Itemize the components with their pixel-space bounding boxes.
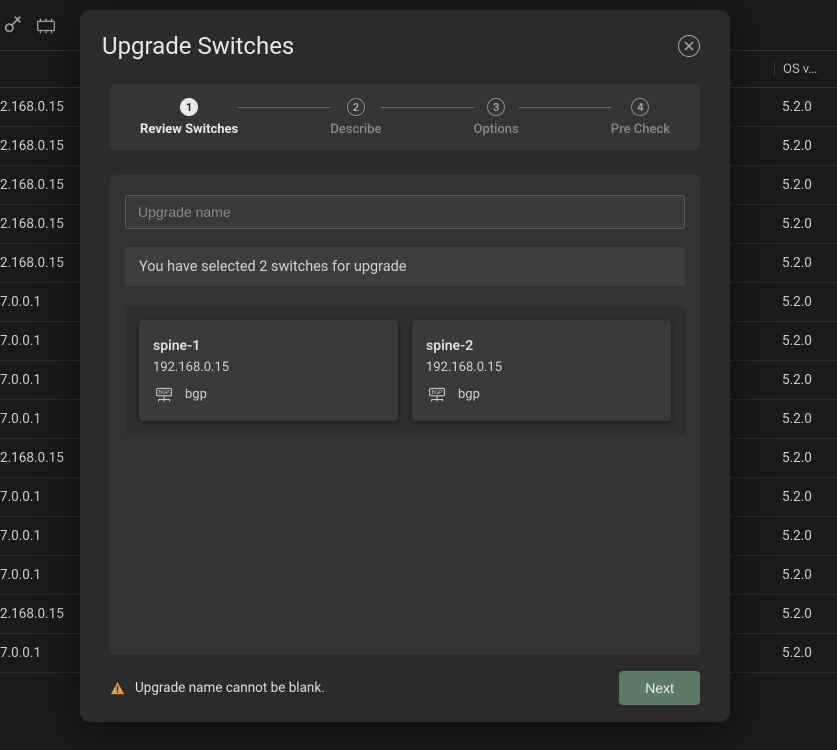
selection-banner: You have selected 2 switches for upgrade <box>125 247 685 286</box>
warning-text: Upgrade name cannot be blank. <box>135 680 325 696</box>
os-cell: 5.2.0 <box>774 138 837 154</box>
svg-text:BGP: BGP <box>432 390 443 396</box>
os-cell: 5.2.0 <box>774 333 837 349</box>
bgp-icon: BGP <box>426 385 450 403</box>
step-connector <box>519 107 611 108</box>
step-label: Review Switches <box>140 122 238 137</box>
step-review-switches[interactable]: 1 Review Switches <box>140 98 238 137</box>
os-cell: 5.2.0 <box>774 528 837 544</box>
step-connector <box>238 107 330 108</box>
step-number: 3 <box>487 98 505 116</box>
upgrade-name-input[interactable] <box>125 195 685 229</box>
step-options[interactable]: 3 Options <box>474 98 519 137</box>
os-cell: 5.2.0 <box>774 450 837 466</box>
content-panel: You have selected 2 switches for upgrade… <box>110 175 700 655</box>
key-icon <box>2 14 24 36</box>
os-cell: 5.2.0 <box>774 99 837 115</box>
switch-name: spine-1 <box>153 338 384 354</box>
switch-protocol: BGP bgp <box>153 385 384 403</box>
switch-cards: spine-1 192.168.0.15 BGP bgp spine-2 192.168.… <box>125 306 685 435</box>
step-label: Pre Check <box>611 122 670 137</box>
bgp-icon: BGP <box>153 385 177 403</box>
ip-cell: 2.168.0.15 <box>0 450 82 466</box>
step-describe[interactable]: 2 Describe <box>330 98 381 137</box>
ip-cell: 2.168.0.15 <box>0 177 82 193</box>
switch-protocol: BGP bgp <box>426 385 657 403</box>
protocol-label: bgp <box>458 387 480 402</box>
switch-card[interactable]: spine-1 192.168.0.15 BGP bgp <box>139 320 398 421</box>
next-button[interactable]: Next <box>619 671 700 705</box>
step-number: 2 <box>347 98 365 116</box>
ip-cell: 7.0.0.1 <box>0 372 82 388</box>
switch-ip: 192.168.0.15 <box>426 360 657 375</box>
ip-cell: 7.0.0.1 <box>0 294 82 310</box>
ip-cell: 7.0.0.1 <box>0 333 82 349</box>
protocol-label: bgp <box>185 387 207 402</box>
os-cell: 5.2.0 <box>774 606 837 622</box>
step-pre-check[interactable]: 4 Pre Check <box>611 98 670 137</box>
svg-text:BGP: BGP <box>159 390 170 396</box>
ip-cell: 2.168.0.15 <box>0 216 82 232</box>
close-button[interactable] <box>678 35 700 57</box>
modal-title: Upgrade Switches <box>102 32 294 60</box>
os-cell: 5.2.0 <box>774 177 837 193</box>
os-cell: 5.2.0 <box>774 372 837 388</box>
os-cell: 5.2.0 <box>774 567 837 583</box>
ip-cell: 2.168.0.15 <box>0 255 82 271</box>
os-cell: 5.2.0 <box>774 489 837 505</box>
ip-cell: 2.168.0.15 <box>0 138 82 154</box>
step-label: Describe <box>330 122 381 137</box>
os-column-header[interactable]: OS v… <box>774 62 837 77</box>
os-cell: 5.2.0 <box>774 294 837 310</box>
gateway-icon <box>34 14 58 36</box>
step-number: 4 <box>631 98 649 116</box>
ip-cell: 2.168.0.15 <box>0 606 82 622</box>
step-connector <box>381 107 473 108</box>
warning-icon <box>110 681 125 696</box>
os-cell: 5.2.0 <box>774 216 837 232</box>
step-label: Options <box>474 122 519 137</box>
ip-cell: 2.168.0.15 <box>0 99 82 115</box>
ip-cell: 7.0.0.1 <box>0 567 82 583</box>
os-cell: 5.2.0 <box>774 411 837 427</box>
os-cell: 5.2.0 <box>774 645 837 661</box>
ip-cell: 7.0.0.1 <box>0 411 82 427</box>
switch-name: spine-2 <box>426 338 657 354</box>
stepper: 1 Review Switches 2 Describe 3 Options 4 Pre Ch… <box>110 84 700 151</box>
validation-warning: Upgrade name cannot be blank. <box>110 680 325 696</box>
ip-cell: 7.0.0.1 <box>0 528 82 544</box>
upgrade-modal: Upgrade Switches 1 Review Switches 2 Descri… <box>80 10 730 722</box>
ip-cell: 7.0.0.1 <box>0 645 82 661</box>
step-number: 1 <box>180 98 198 116</box>
switch-ip: 192.168.0.15 <box>153 360 384 375</box>
ip-cell: 7.0.0.1 <box>0 489 82 505</box>
os-cell: 5.2.0 <box>774 255 837 271</box>
switch-card[interactable]: spine-2 192.168.0.15 BGP bgp <box>412 320 671 421</box>
